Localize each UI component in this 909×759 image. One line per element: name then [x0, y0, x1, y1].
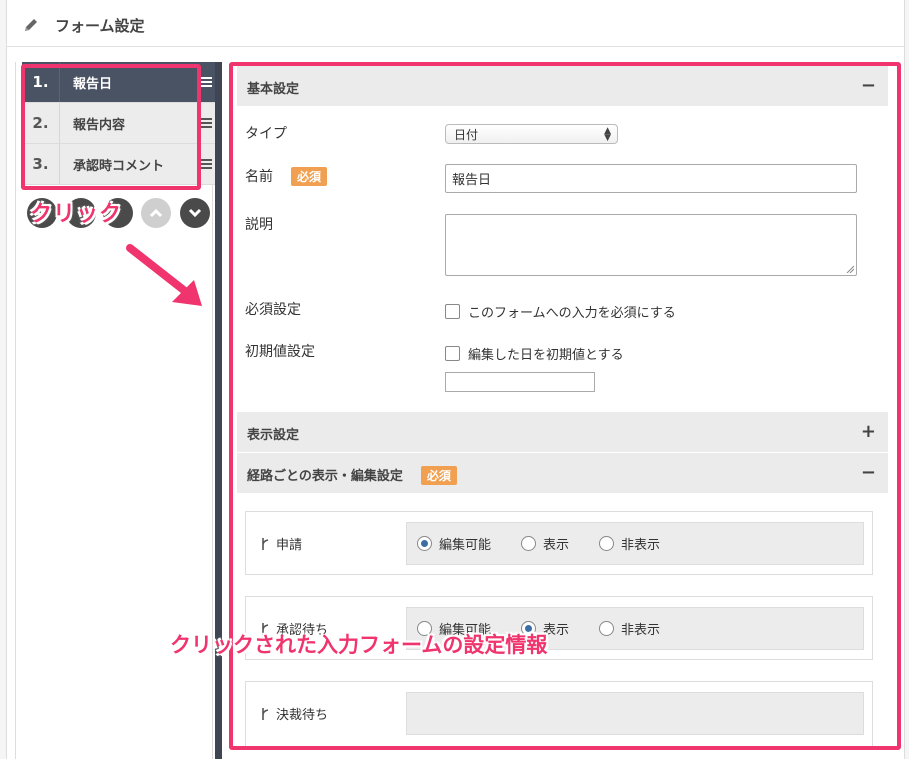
radio-label: 非表示: [621, 623, 661, 638]
route-title-text: 経路ごとの表示・編集設定: [247, 469, 403, 484]
pencil-icon: [25, 19, 37, 31]
left-highlight-frame: [21, 64, 201, 190]
pointer-arrow-icon: [126, 244, 202, 306]
type-label: タイプ: [245, 126, 287, 142]
section-title: 基本設定: [247, 82, 300, 97]
move-up-button[interactable]: [141, 198, 171, 228]
route-name: 申請: [260, 534, 302, 553]
route-settings-header[interactable]: 経路ごとの表示・編集設定 必須 −: [237, 453, 888, 493]
radio-hidden[interactable]: 非表示: [599, 534, 660, 553]
radio-button[interactable]: [521, 536, 537, 551]
drag-handle-icon[interactable]: [200, 116, 212, 130]
type-select-value: 日付: [454, 127, 479, 142]
initial-checkbox-row[interactable]: 編集した日を初期値とする: [445, 344, 624, 363]
select-arrows-icon: ▲ ▼: [604, 126, 611, 143]
visibility-radio-group: 編集可能 表示 非表示: [406, 522, 864, 565]
radio-hidden[interactable]: 非表示: [599, 619, 660, 638]
required-checkbox[interactable]: [445, 304, 460, 319]
initial-value-label: 初期値設定: [245, 344, 315, 360]
drag-handle-icon[interactable]: [200, 157, 212, 171]
route-row-apply: 申請 編集可能 表示 非表示: [245, 511, 873, 575]
chevron-up-icon: [149, 208, 163, 218]
branch-icon: [262, 537, 269, 550]
required-badge: 必須: [420, 466, 457, 485]
route-name-text: 申請: [276, 538, 303, 553]
radio-label: 編集可能: [439, 538, 492, 553]
description-label: 説明: [245, 217, 273, 233]
visibility-radio-group: [406, 692, 864, 735]
required-badge: 必須: [291, 167, 328, 186]
collapse-toggle[interactable]: −: [861, 75, 876, 96]
collapse-toggle[interactable]: −: [861, 462, 876, 483]
required-checkbox-label: このフォームへの入力を必須にする: [468, 306, 676, 321]
route-name-text: 決裁待ち: [276, 708, 329, 723]
section-title: 経路ごとの表示・編集設定 必須: [247, 465, 457, 485]
radio-button[interactable]: [417, 536, 432, 551]
required-setting-label: 必須設定: [245, 302, 301, 318]
click-annotation: クリック: [30, 202, 123, 227]
initial-value-input[interactable]: [445, 372, 595, 392]
radio-label: 表示: [543, 538, 570, 553]
radio-view[interactable]: 表示: [521, 534, 569, 553]
route-name: 決裁待ち: [260, 704, 328, 723]
resize-grip-icon[interactable]: [846, 265, 854, 273]
description-textarea[interactable]: [445, 214, 857, 276]
initial-checkbox[interactable]: [445, 346, 460, 361]
radio-button[interactable]: [599, 536, 615, 551]
display-settings-header[interactable]: 表示設定 +: [237, 412, 888, 452]
basic-settings-header[interactable]: 基本設定 −: [237, 66, 888, 106]
move-down-button[interactable]: [180, 198, 210, 228]
branch-icon: [262, 707, 269, 720]
type-select[interactable]: 日付 ▲ ▼: [445, 124, 618, 144]
radio-button[interactable]: [599, 621, 615, 636]
section-title: 表示設定: [247, 428, 300, 443]
drag-handle-icon[interactable]: [200, 75, 212, 89]
expand-toggle[interactable]: +: [861, 421, 876, 442]
name-label: 名前 必須: [245, 166, 328, 186]
required-checkbox-row[interactable]: このフォームへの入力を必須にする: [445, 302, 676, 321]
name-input-value: 報告日: [452, 173, 492, 188]
chevron-down-icon: [188, 208, 202, 218]
name-input[interactable]: 報告日: [445, 164, 857, 193]
page-header: フォーム設定: [7, 0, 904, 47]
radio-editable[interactable]: 編集可能: [417, 534, 491, 553]
settings-info-annotation: クリックされた入力フォームの設定情報: [170, 633, 548, 657]
radio-label: 非表示: [621, 538, 661, 553]
initial-checkbox-label: 編集した日を初期値とする: [468, 348, 624, 363]
page-title: フォーム設定: [55, 17, 145, 35]
route-row-pending-decision: 決裁待ち: [245, 681, 873, 746]
name-label-text: 名前: [245, 169, 273, 185]
